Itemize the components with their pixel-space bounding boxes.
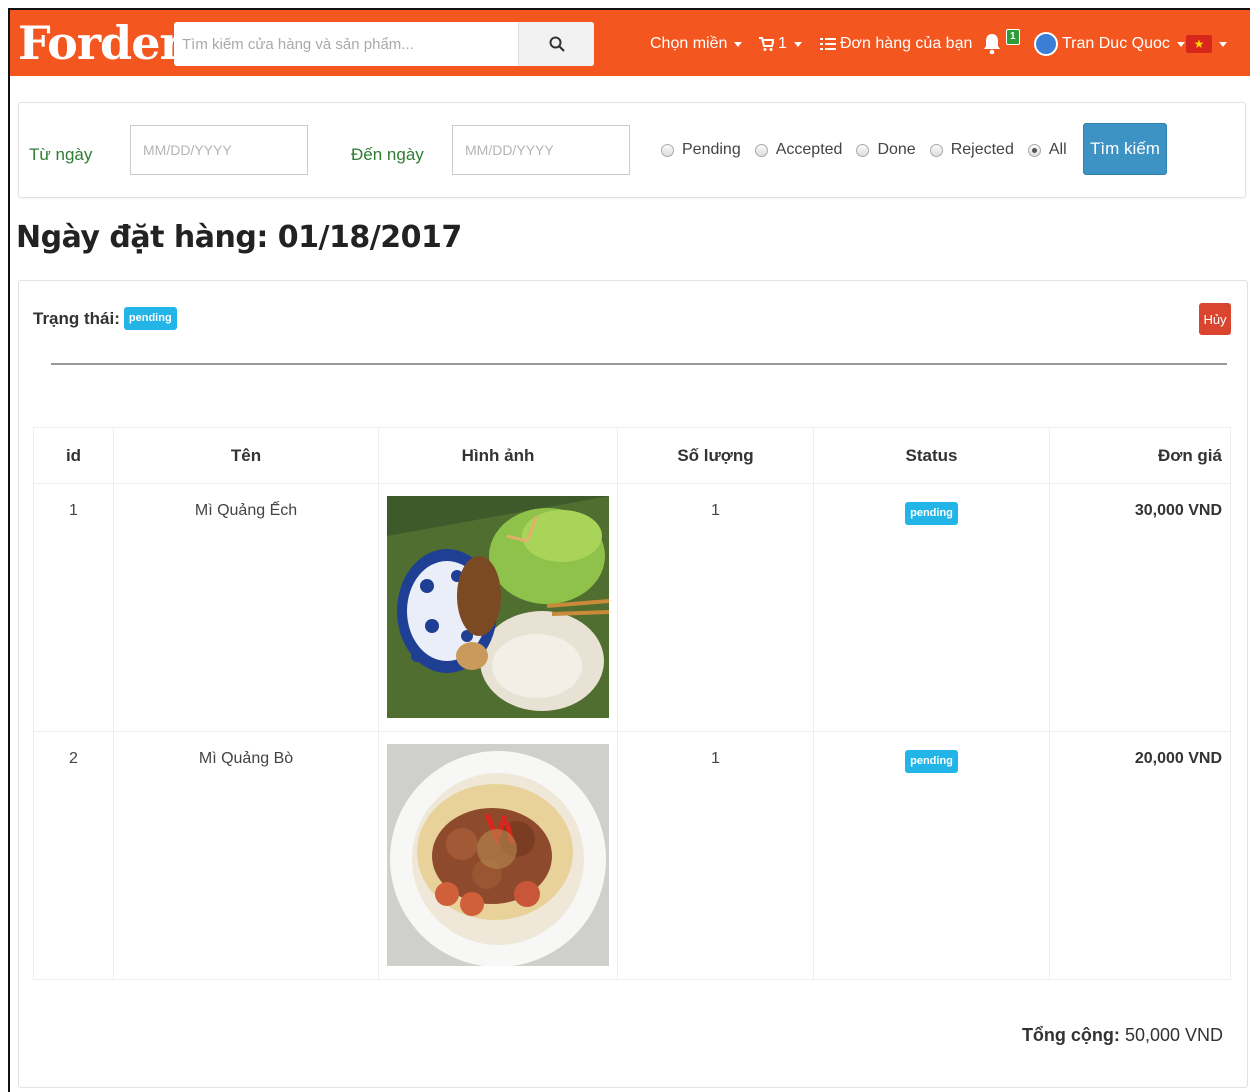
item-status-cell: pending [813, 483, 1050, 732]
search-orders-button[interactable]: Tìm kiếm [1083, 123, 1167, 175]
order-items-table: id Tên Hình ảnh Số lượng Status Đơn giá … [33, 427, 1231, 980]
total-value: 50,000 VND [1124, 1025, 1223, 1045]
item-image-cell [378, 731, 618, 980]
radio-pending-label: Pending [682, 141, 741, 158]
to-date-input[interactable] [452, 125, 630, 175]
radio-rejected-label: Rejected [950, 141, 1014, 158]
chevron-down-icon [793, 41, 802, 47]
column-header-quantity: Số lượng [617, 427, 814, 484]
item-name: Mì Quảng Ếch [113, 483, 379, 732]
radio-pending[interactable]: Pending [661, 141, 741, 159]
list-icon [820, 38, 836, 50]
top-navbar: Forderbeta Chọn miền 1 Đơn hàng của bạn [10, 10, 1250, 76]
item-price: 20,000 VND [1049, 731, 1231, 980]
order-filter-panel: Từ ngày Đến ngày Pending Accepted Done R… [18, 102, 1246, 198]
column-header-price: Đơn giá [1049, 427, 1231, 484]
order-card: Trạng thái: pending Hủy id Tên Hình ảnh … [18, 280, 1248, 1088]
column-header-id: id [33, 427, 114, 484]
table-header-row: id Tên Hình ảnh Số lượng Status Đơn giá [33, 427, 1231, 484]
status-radio-group: Pending Accepted Done Rejected All [661, 141, 1081, 159]
radio-all[interactable]: All [1027, 141, 1067, 159]
notifications-button[interactable]: 1 [982, 29, 1020, 56]
from-date-input[interactable] [130, 125, 308, 175]
mi-quang-ech-image [387, 496, 609, 718]
item-quantity: 1 [617, 483, 814, 732]
search-input[interactable] [174, 22, 518, 66]
order-status-line: Trạng thái: pending [33, 307, 177, 330]
item-image-cell [378, 483, 618, 732]
radio-done[interactable]: Done [856, 141, 916, 159]
table-row: 2 Mì Quảng Bò 1 pending 20,000 VND [33, 731, 1231, 980]
table-row: 1 Mì Quảng Ếch 1 pending 30,000 VND [33, 483, 1231, 732]
item-id: 2 [33, 731, 114, 980]
total-label: Tổng cộng: [1021, 1025, 1120, 1045]
order-total: Tổng cộng: 50,000 VND [1022, 1025, 1223, 1046]
cart-icon [759, 37, 774, 51]
bell-icon [984, 34, 1000, 55]
vietnam-flag-icon: ★ [1186, 35, 1212, 53]
status-label: Trạng thái: [33, 308, 120, 328]
status-badge: pending [123, 307, 177, 330]
my-orders-label: Đơn hàng của bạn [840, 35, 973, 52]
item-status-cell: pending [813, 731, 1050, 980]
user-menu[interactable]: Tran Duc Quoc [1034, 32, 1185, 56]
notification-badge: 1 [1006, 29, 1020, 45]
radio-accepted-label: Accepted [775, 141, 843, 158]
my-orders-link[interactable]: Đơn hàng của bạn [820, 32, 972, 56]
avatar [1034, 32, 1058, 56]
language-dropdown[interactable]: ★ [1186, 32, 1227, 56]
order-date-heading: Ngày đặt hàng: 01/18/2017 [16, 220, 462, 255]
radio-all-label: All [1048, 141, 1067, 158]
radio-rejected[interactable]: Rejected [929, 141, 1014, 159]
status-badge: pending [905, 502, 958, 525]
cart-dropdown[interactable]: 1 [758, 32, 802, 56]
radio-accepted[interactable]: Accepted [754, 141, 843, 159]
item-name: Mì Quảng Bò [113, 731, 379, 980]
item-quantity: 1 [617, 731, 814, 980]
chevron-down-icon [734, 41, 743, 47]
from-date-label: Từ ngày [29, 145, 93, 164]
logo-text: Forder [18, 16, 184, 70]
to-date-label: Đến ngày [351, 145, 424, 164]
divider [51, 363, 1227, 365]
column-header-status: Status [813, 427, 1050, 484]
column-header-name: Tên [113, 427, 379, 484]
cart-count: 1 [778, 35, 787, 52]
search-bar [174, 22, 594, 66]
mi-quang-bo-image [387, 744, 609, 966]
column-header-image: Hình ảnh [378, 427, 618, 484]
region-label: Chọn miền [650, 35, 728, 52]
status-badge: pending [905, 750, 958, 773]
chevron-down-icon [1219, 41, 1227, 47]
radio-done-label: Done [877, 141, 916, 158]
search-button[interactable] [518, 22, 594, 66]
item-id: 1 [33, 483, 114, 732]
chevron-down-icon [1176, 41, 1185, 47]
user-name: Tran Duc Quoc [1062, 35, 1170, 52]
cancel-order-button[interactable]: Hủy [1199, 303, 1231, 335]
region-dropdown[interactable]: Chọn miền [650, 32, 743, 56]
search-icon [549, 36, 565, 52]
item-price: 30,000 VND [1049, 483, 1231, 732]
